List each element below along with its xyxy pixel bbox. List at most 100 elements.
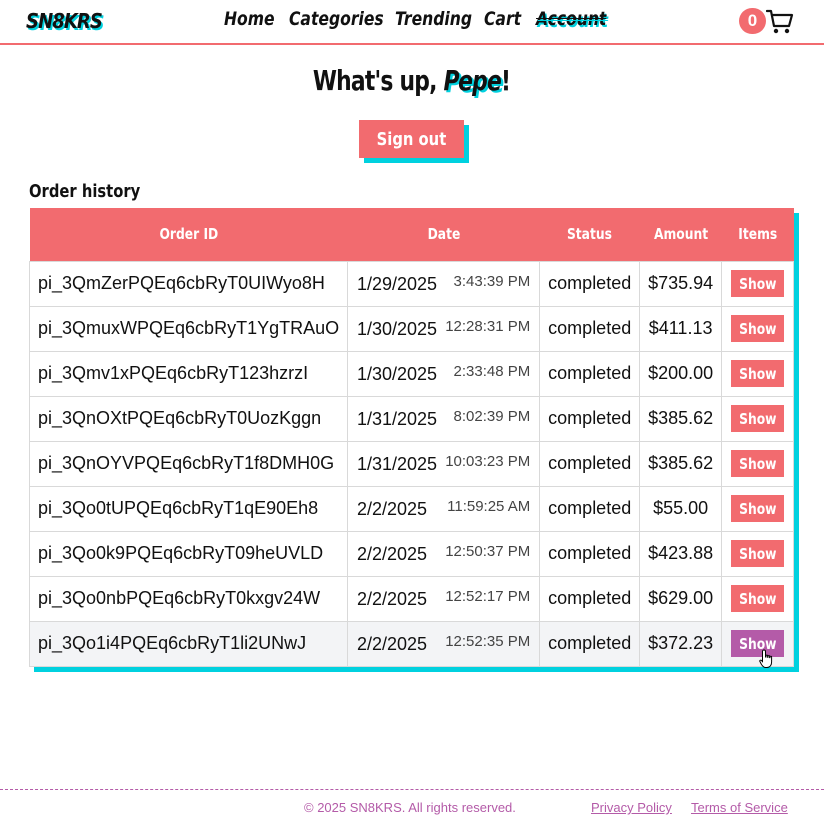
order-date: 2/2/2025 xyxy=(356,543,428,564)
order-items-cell: Show xyxy=(721,485,794,532)
order-id-cell: pi_3QnOYVPQEq6cbRyT1f8DMH0G xyxy=(29,440,348,487)
hand-pointer-cursor-icon xyxy=(759,649,773,668)
table-row: pi_3Qo0tUPQEq6cbRyT1qE90Eh8 2/2/2025 11:59… xyxy=(29,485,794,532)
order-amount-cell: $629.00 xyxy=(639,575,723,622)
order-amount-cell: $55.00 xyxy=(639,485,723,532)
show-items-label: Show xyxy=(738,499,777,518)
show-items-button[interactable]: Show xyxy=(731,360,785,387)
order-time: 12:52:17 PM xyxy=(445,587,531,605)
order-id-cell: pi_3Qo0k9PQEq6cbRyT09heUVLD xyxy=(29,530,348,577)
order-amount-cell: $423.88 xyxy=(639,530,723,577)
show-items-button[interactable]: Show xyxy=(731,630,785,657)
order-id-cell: pi_3Qo0tUPQEq6cbRyT1qE90Eh8 xyxy=(29,485,348,532)
table-row: pi_3QmuxWPQEq6cbRyT1YgTRAuO 1/30/2025 12:2… xyxy=(29,305,794,352)
terms-of-service-link[interactable]: Terms of Service xyxy=(691,800,788,815)
order-date-cell: 2/2/2025 12:50:37 PM xyxy=(346,530,541,577)
show-items-label: Show xyxy=(738,319,777,338)
order-status-cell: completed xyxy=(539,260,641,307)
privacy-policy-link[interactable]: Privacy Policy xyxy=(591,800,672,815)
order-date: 1/30/2025 xyxy=(356,318,438,339)
order-items-cell: Show xyxy=(721,530,794,577)
order-time: 2:33:48 PM xyxy=(453,362,531,380)
logo[interactable]: SN8KRS xyxy=(26,9,103,33)
order-amount-cell: $411.13 xyxy=(639,305,723,352)
order-status-cell: completed xyxy=(539,485,641,532)
greeting-username: Pepe xyxy=(443,64,502,97)
table-row: pi_3QmZerPQEq6cbRyT0UIWyo8H 1/29/2025 3:43… xyxy=(29,260,794,307)
table-row: pi_3QnOYVPQEq6cbRyT1f8DMH0G 1/31/2025 10:0… xyxy=(29,440,794,487)
column-header-date: Date xyxy=(347,208,540,261)
order-status-cell: completed xyxy=(539,620,641,667)
show-items-button[interactable]: Show xyxy=(731,315,785,342)
order-date-cell: 1/30/2025 2:33:48 PM xyxy=(346,350,541,397)
order-date: 1/30/2025 xyxy=(356,363,438,384)
order-amount-cell: $385.62 xyxy=(639,440,723,487)
sign-out-button[interactable]: Sign out xyxy=(359,120,464,158)
order-id-cell: pi_3QnOXtPQEq6cbRyT0UozKggn xyxy=(29,395,348,442)
show-items-button[interactable]: Show xyxy=(731,450,785,477)
order-date-cell: 2/2/2025 12:52:17 PM xyxy=(346,575,541,622)
order-date: 2/2/2025 xyxy=(356,633,428,654)
order-items-cell: Show xyxy=(721,350,794,397)
nav-categories[interactable]: Categories xyxy=(289,8,384,30)
nav-cart[interactable]: Cart xyxy=(484,8,521,30)
cart-count-badge: 0 xyxy=(739,8,766,34)
order-status-cell: completed xyxy=(539,350,641,397)
shopping-cart-icon[interactable] xyxy=(766,9,794,35)
order-date: 1/31/2025 xyxy=(356,453,438,474)
copyright-text: © 2025 SN8KRS. All rights reserved. xyxy=(304,800,516,815)
order-status-cell: completed xyxy=(539,530,641,577)
site-header: SN8KRS Home Categories Trending Cart Acc… xyxy=(0,0,824,45)
order-time: 11:59:25 AM xyxy=(447,497,531,515)
show-items-label: Show xyxy=(738,274,777,293)
show-items-button[interactable]: Show xyxy=(731,495,785,522)
order-amount-cell: $735.94 xyxy=(639,260,723,307)
order-items-cell: Show xyxy=(721,620,794,667)
order-amount-cell: $200.00 xyxy=(639,350,723,397)
order-date-cell: 2/2/2025 11:59:25 AM xyxy=(346,485,541,532)
order-amount-cell: $385.62 xyxy=(639,395,723,442)
show-items-button[interactable]: Show xyxy=(731,270,785,297)
table-row: pi_3Qo0nbPQEq6cbRyT0kxgv24W 2/2/2025 12:52… xyxy=(29,575,794,622)
show-items-button[interactable]: Show xyxy=(731,540,785,567)
site-footer: © 2025 SN8KRS. All rights reserved. Priv… xyxy=(0,789,824,824)
order-time: 10:03:23 PM xyxy=(445,452,531,470)
nav-trending[interactable]: Trending xyxy=(395,8,472,30)
order-status-cell: completed xyxy=(539,305,641,352)
order-time: 8:02:39 PM xyxy=(453,407,531,425)
order-id-cell: pi_3Qo1i4PQEq6cbRyT1li2UNwJ xyxy=(29,620,348,667)
order-items-cell: Show xyxy=(721,305,794,352)
order-status-cell: completed xyxy=(539,440,641,487)
show-items-label: Show xyxy=(738,544,777,563)
sign-out-wrapper: Sign out xyxy=(359,120,469,163)
sign-out-label: Sign out xyxy=(376,128,447,150)
table-header-row: Order ID Date Status Amount Items xyxy=(29,208,794,261)
order-id-cell: pi_3Qmv1xPQEq6cbRyT123hzrzI xyxy=(29,350,348,397)
order-items-cell: Show xyxy=(721,440,794,487)
column-header-items: Items xyxy=(721,208,794,261)
column-header-order-id: Order ID xyxy=(29,208,348,261)
order-date: 2/2/2025 xyxy=(356,498,428,519)
nav-account[interactable]: Account xyxy=(536,8,606,30)
order-id-cell: pi_3Qo0nbPQEq6cbRyT0kxgv24W xyxy=(29,575,348,622)
order-id-cell: pi_3QmuxWPQEq6cbRyT1YgTRAuO xyxy=(29,305,348,352)
order-date-cell: 2/2/2025 12:52:35 PM xyxy=(346,620,541,667)
order-id-cell: pi_3QmZerPQEq6cbRyT0UIWyo8H xyxy=(29,260,348,307)
order-amount-cell: $372.23 xyxy=(639,620,723,667)
order-history-title: Order history xyxy=(29,181,141,202)
show-items-button[interactable]: Show xyxy=(731,405,785,432)
table-row: pi_3QnOXtPQEq6cbRyT0UozKggn 1/31/2025 8:02… xyxy=(29,395,794,442)
order-date: 2/2/2025 xyxy=(356,588,428,609)
order-items-cell: Show xyxy=(721,260,794,307)
show-items-label: Show xyxy=(738,589,777,608)
table-row: pi_3Qmv1xPQEq6cbRyT123hzrzI 1/30/2025 2:33… xyxy=(29,350,794,397)
order-time: 12:50:37 PM xyxy=(445,542,531,560)
nav-home[interactable]: Home xyxy=(224,8,275,30)
show-items-button[interactable]: Show xyxy=(731,585,785,612)
order-status-cell: completed xyxy=(539,395,641,442)
greeting-heading: What's up, Pepe! xyxy=(0,64,824,97)
table-row: pi_3Qo1i4PQEq6cbRyT1li2UNwJ 2/2/2025 12:52… xyxy=(29,620,794,667)
order-time: 12:52:35 PM xyxy=(445,632,531,650)
table-row: pi_3Qo0k9PQEq6cbRyT09heUVLD 2/2/2025 12:50… xyxy=(29,530,794,577)
greeting-suffix: ! xyxy=(501,64,511,97)
